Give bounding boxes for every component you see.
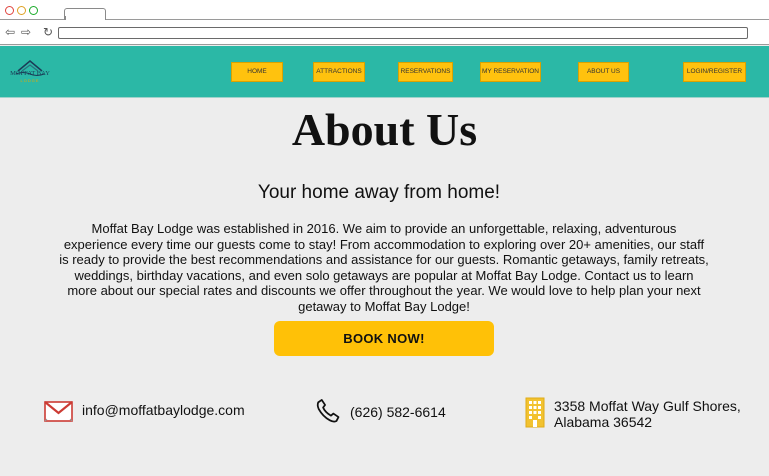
logo-subtitle: LODGE: [20, 78, 40, 83]
arrow-left-icon[interactable]: ⇦: [5, 26, 15, 38]
contact-phone[interactable]: (626) 582-6614: [350, 404, 446, 420]
phone-icon: [316, 399, 340, 423]
page-subtitle: Your home away from home!: [257, 182, 501, 203]
nav-home-button[interactable]: HOME: [231, 62, 283, 82]
book-now-button[interactable]: BOOK NOW!: [274, 321, 494, 356]
close-window-icon[interactable]: [5, 6, 14, 15]
maximize-window-icon[interactable]: [29, 6, 38, 15]
mail-icon: [44, 401, 73, 422]
browser-toolbar: ⇦ ⇨ ↻: [0, 20, 769, 45]
site-header: MOFFAT BAY LODGE HOME ATTRACTIONS RESERV…: [0, 46, 769, 98]
arrow-right-icon[interactable]: ⇨: [21, 26, 31, 38]
nav-attractions-button[interactable]: ATTRACTIONS: [313, 62, 365, 82]
address-bar[interactable]: [58, 27, 748, 39]
minimize-window-icon[interactable]: [17, 6, 26, 15]
building-icon: [525, 397, 545, 428]
nav-reservations-button[interactable]: RESERVATIONS: [398, 62, 453, 82]
refresh-icon[interactable]: ↻: [43, 26, 53, 38]
nav-about-button[interactable]: ABOUT US: [578, 62, 629, 82]
logo-name: MOFFAT BAY: [10, 70, 50, 77]
contact-address: 3358 Moffat Way Gulf Shores, Alabama 365…: [554, 398, 741, 430]
nav-my-reservation-button[interactable]: MY RESERVATION: [480, 62, 541, 82]
page-title: About Us: [291, 104, 478, 155]
nav-login-button[interactable]: LOGIN/REGISTER: [683, 62, 746, 82]
about-paragraph: Moffat Bay Lodge was established in 2016…: [59, 221, 709, 314]
browser-titlebar: [0, 0, 769, 22]
contact-email[interactable]: info@moffatbaylodge.com: [82, 402, 245, 418]
